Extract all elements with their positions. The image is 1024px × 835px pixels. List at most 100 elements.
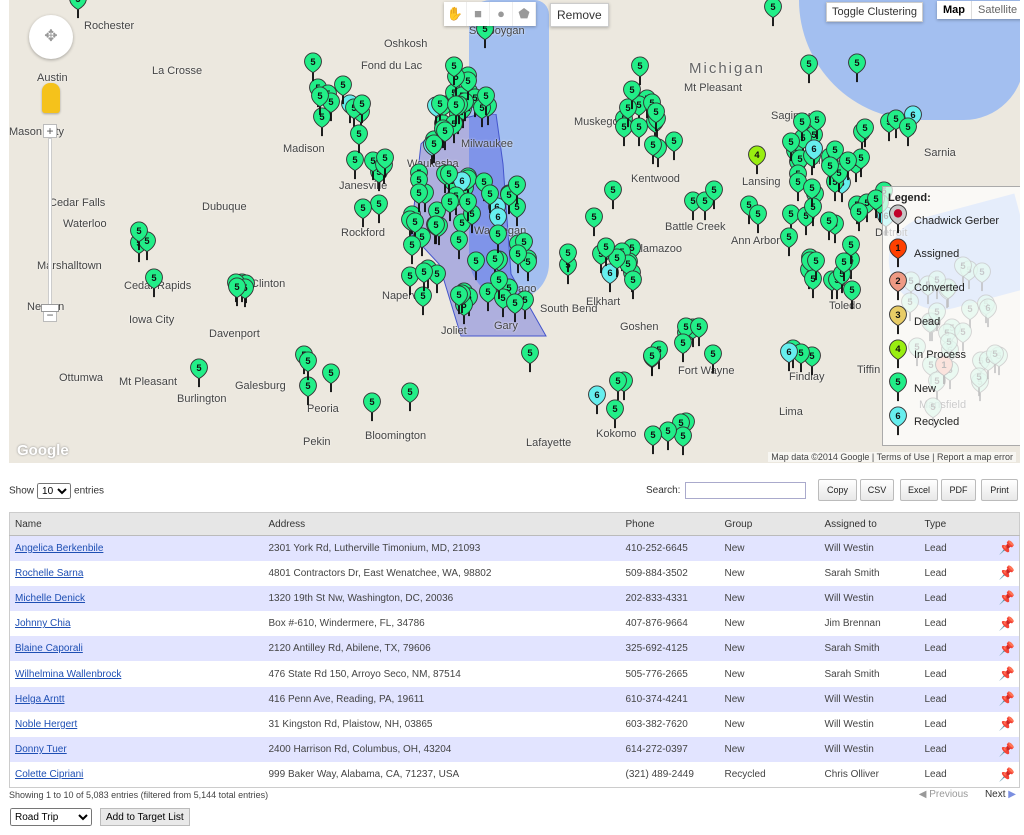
next-button[interactable]: Next ▶ — [985, 789, 1016, 800]
column-header[interactable]: Address — [263, 512, 621, 536]
entries-select[interactable]: 10 — [37, 483, 72, 499]
map-marker[interactable]: 5 — [781, 132, 801, 162]
map-marker[interactable]: 5 — [664, 131, 684, 161]
previous-button[interactable]: ◀ Previous — [919, 789, 968, 800]
contact-name-link[interactable]: Colette Cipriani — [15, 769, 83, 780]
pushpin-icon[interactable]: 📌 — [999, 565, 1015, 580]
table-row[interactable]: Helga Arntt 416 Penn Ave, Reading, PA, 19… — [9, 686, 1020, 712]
pushpin-icon[interactable]: 📌 — [999, 666, 1015, 681]
map-marker[interactable]: 5 — [402, 235, 422, 265]
map-marker[interactable]: 5 — [458, 192, 478, 222]
column-header[interactable]: Name — [9, 512, 264, 536]
table-row[interactable]: Angelica Berkenbile 2301 York Rd, Lutherv… — [9, 535, 1020, 561]
map-marker[interactable]: 5 — [898, 117, 918, 147]
table-row[interactable]: Johnny Chia Box #-610, Windermere, FL, 34… — [10, 611, 1020, 636]
pdf-button[interactable]: PDF — [941, 479, 976, 501]
table-row[interactable]: Noble Hergert 31 Kingston Rd, Plaistow, N… — [10, 712, 1020, 737]
map-marker[interactable]: 5 — [480, 184, 500, 214]
contact-name-link[interactable]: Angelica Berkenbile — [15, 543, 103, 554]
map-marker[interactable]: 5 — [488, 224, 508, 254]
contact-name-link[interactable]: Rochelle Sarna — [15, 568, 83, 579]
map-marker[interactable]: 5 — [435, 121, 455, 151]
map-marker[interactable]: 6 — [804, 139, 824, 169]
contact-name-link[interactable]: Donny Tuer — [15, 744, 67, 755]
map-marker[interactable]: 5 — [505, 293, 525, 323]
pushpin-icon[interactable]: 📌 — [999, 716, 1015, 731]
contact-name-link[interactable]: Blaine Caporali — [15, 643, 83, 654]
pushpin-icon[interactable]: 📌 — [999, 616, 1015, 631]
map-marker[interactable]: 5 — [507, 175, 527, 205]
table-row[interactable]: Wilhelmina Wallenbrock 476 State Rd 150, … — [10, 661, 1020, 686]
pushpin-icon[interactable]: 📌 — [999, 691, 1015, 706]
map-marker[interactable]: 5 — [520, 343, 540, 373]
remove-button[interactable]: Remove — [550, 3, 609, 27]
column-header[interactable]: Group — [719, 512, 820, 536]
map-marker[interactable]: 5 — [646, 102, 666, 132]
map-marker[interactable]: 5 — [353, 198, 373, 228]
terms-link[interactable]: Terms of Use — [877, 452, 930, 462]
table-row[interactable]: Blaine Caporali 2120 Antilley Rd, Abilene… — [9, 636, 1020, 662]
map-marker[interactable]: 5 — [703, 344, 723, 374]
map-marker[interactable]: 5 — [345, 150, 365, 180]
contact-name-link[interactable]: Michelle Denick — [15, 593, 85, 604]
map-marker[interactable]: 5 — [802, 178, 822, 208]
polygon-icon[interactable]: ⬟ — [513, 2, 536, 26]
pushpin-icon[interactable]: 📌 — [999, 641, 1015, 656]
map-marker[interactable]: 5 — [298, 351, 318, 381]
map-marker[interactable]: 5 — [704, 180, 724, 210]
map-marker[interactable]: 6 — [779, 342, 799, 372]
pushpin-icon[interactable]: 📌 — [999, 540, 1015, 555]
zoom-slider[interactable]: + − — [41, 124, 59, 324]
map-marker[interactable]: 5 — [409, 183, 429, 213]
map-type-satellite[interactable]: Satellite — [972, 1, 1020, 19]
pushpin-icon[interactable]: 📌 — [999, 742, 1015, 757]
map-marker[interactable]: 5 — [847, 53, 867, 83]
excel-button[interactable]: Excel — [900, 479, 938, 501]
map-marker[interactable]: 5 — [414, 262, 434, 292]
pushpin-icon[interactable]: 📌 — [999, 767, 1015, 782]
map-marker[interactable]: 5 — [129, 221, 149, 251]
map-marker[interactable]: 5 — [558, 243, 578, 273]
map-marker[interactable]: 5 — [841, 235, 861, 265]
column-header[interactable]: Type — [919, 512, 990, 536]
zoom-in-button[interactable]: + — [43, 124, 57, 138]
map-marker[interactable]: 5 — [444, 56, 464, 86]
pan-control[interactable]: ✥ — [29, 15, 73, 59]
map-marker[interactable]: 5 — [819, 211, 839, 241]
map-marker[interactable]: 5 — [439, 164, 459, 194]
contact-name-link[interactable]: Helga Arntt — [15, 694, 64, 705]
column-header[interactable]: Assigned to — [819, 512, 920, 536]
zoom-track[interactable] — [48, 138, 52, 308]
column-header[interactable]: Phone — [620, 512, 720, 536]
map-marker[interactable]: 5 — [68, 0, 88, 19]
map-marker[interactable]: 5 — [352, 94, 372, 124]
map-marker[interactable]: 5 — [779, 227, 799, 257]
map-marker[interactable]: 5 — [842, 280, 862, 310]
map[interactable]: Rochester La Crosse Austin Mason City Cedar … — [9, 0, 1020, 463]
print-button[interactable]: Print — [981, 479, 1018, 501]
map-marker[interactable]: 5 — [303, 52, 323, 82]
map-marker[interactable]: 4 — [747, 145, 767, 175]
map-marker[interactable]: 5 — [748, 204, 768, 234]
hand-icon[interactable]: ✋ — [444, 2, 467, 26]
map-marker[interactable]: 5 — [806, 251, 826, 281]
table-row[interactable]: Colette Cipriani 999 Baker Way, Alabama, … — [10, 762, 1020, 787]
map-marker[interactable]: 5 — [466, 251, 486, 281]
target-list-select[interactable]: Road Trip — [10, 808, 92, 826]
report-error-link[interactable]: Report a map error — [937, 452, 1013, 462]
map-marker[interactable]: 5 — [321, 363, 341, 393]
rectangle-icon[interactable]: ■ — [467, 2, 490, 26]
map-marker[interactable]: 5 — [144, 268, 164, 298]
map-marker[interactable]: 5 — [375, 148, 395, 178]
map-marker[interactable]: 5 — [596, 237, 616, 267]
map-marker[interactable]: 5 — [642, 346, 662, 376]
map-marker[interactable]: 5 — [838, 151, 858, 181]
map-marker[interactable]: 5 — [603, 180, 623, 210]
map-marker[interactable]: 5 — [189, 358, 209, 388]
zoom-thumb[interactable] — [41, 304, 59, 312]
map-marker[interactable]: 6 — [587, 385, 607, 415]
map-marker[interactable]: 5 — [349, 124, 369, 154]
add-to-target-list-button[interactable]: Add to Target List — [100, 808, 190, 826]
table-row[interactable]: Rochelle Sarna 4801 Contractors Dr, East … — [10, 561, 1020, 586]
map-marker[interactable]: 5 — [855, 118, 875, 148]
